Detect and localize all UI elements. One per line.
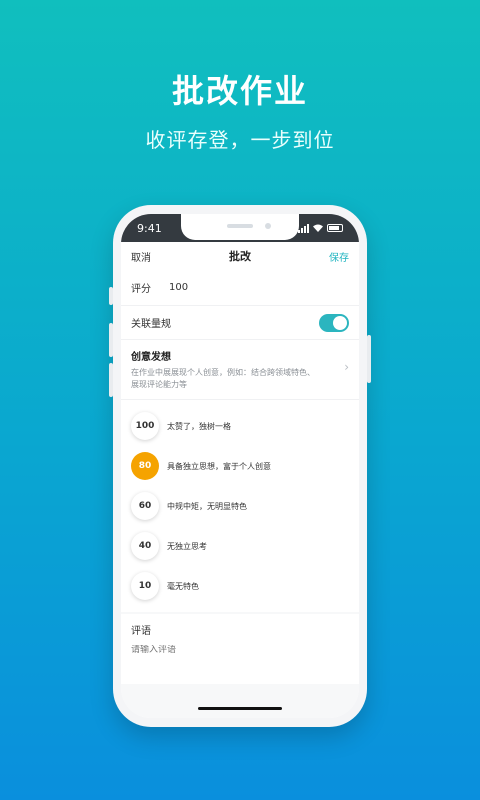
status-icons	[298, 223, 343, 233]
comment-input[interactable]	[131, 645, 349, 655]
level-option-40[interactable]: 40 无独立思考	[131, 526, 349, 566]
rubric-toggle-label: 关联量规	[131, 319, 171, 330]
level-description: 具备独立思想，富于个人创意	[167, 461, 271, 471]
promo-subline: 收评存登，一步到位	[145, 128, 335, 152]
rubric-toggle-switch[interactable]	[319, 313, 349, 332]
level-score-badge: 60	[131, 492, 159, 520]
level-description: 无独立思考	[167, 541, 207, 551]
speaker-grille	[227, 224, 253, 228]
wifi-icon	[313, 224, 323, 232]
grading-form: 评分 100 关联量规 创意发想 在作业中展展现个人创意，例如：结合跨领域特色、…	[121, 270, 359, 718]
score-row[interactable]: 评分 100	[121, 270, 359, 306]
phone-screen: 9:41 取消 批改 保存 评分 100 关联量规 创意发想 在作业中展展现个人…	[121, 214, 359, 718]
mute-switch	[109, 287, 113, 305]
signal-icon	[298, 223, 309, 233]
level-option-100[interactable]: 100 太赞了，独树一格	[131, 406, 349, 446]
notch	[181, 214, 299, 240]
nav-bar: 取消 批改 保存	[121, 242, 359, 270]
cancel-button[interactable]: 取消	[131, 249, 151, 264]
rubric-description: 在作业中展展现个人创意，例如：结合跨领域特色、展现评论能力等	[131, 368, 315, 389]
promo-headline: 批改作业	[171, 72, 308, 110]
level-option-60[interactable]: 60 中规中矩，无明显特色	[131, 486, 349, 526]
save-button[interactable]: 保存	[329, 249, 349, 264]
rubric-criterion[interactable]: 创意发想 在作业中展展现个人创意，例如：结合跨领域特色、展现评论能力等 ›	[121, 340, 359, 400]
chevron-right-icon: ›	[344, 360, 349, 374]
level-description: 中规中矩，无明显特色	[167, 501, 247, 511]
comment-label: 评语	[131, 626, 151, 637]
rubric-toggle-row: 关联量规	[121, 306, 359, 340]
rubric-title: 创意发想	[131, 352, 171, 363]
status-time: 9:41	[137, 221, 162, 235]
front-camera	[265, 223, 271, 229]
home-indicator[interactable]	[198, 707, 282, 710]
comment-section: 评语	[121, 614, 359, 684]
volume-up-button	[109, 323, 113, 357]
score-label: 评分	[131, 284, 151, 295]
score-value[interactable]: 100	[169, 282, 188, 293]
level-score-badge: 40	[131, 532, 159, 560]
rubric-levels: 100 太赞了，独树一格 80 具备独立思想，富于个人创意 60 中规中矩，无明…	[121, 400, 359, 612]
level-description: 毫无特色	[167, 581, 199, 591]
level-score-badge: 100	[131, 412, 159, 440]
power-button	[367, 335, 371, 383]
level-score-badge-selected: 80	[131, 452, 159, 480]
volume-down-button	[109, 363, 113, 397]
level-score-badge: 10	[131, 572, 159, 600]
level-description: 太赞了，独树一格	[167, 421, 231, 431]
battery-icon	[327, 224, 343, 232]
phone-frame: 9:41 取消 批改 保存 评分 100 关联量规 创意发想 在作业中展展现个人…	[109, 205, 371, 727]
level-option-10[interactable]: 10 毫无特色	[131, 566, 349, 606]
page-title: 批改	[229, 250, 251, 263]
level-option-80[interactable]: 80 具备独立思想，富于个人创意	[131, 446, 349, 486]
